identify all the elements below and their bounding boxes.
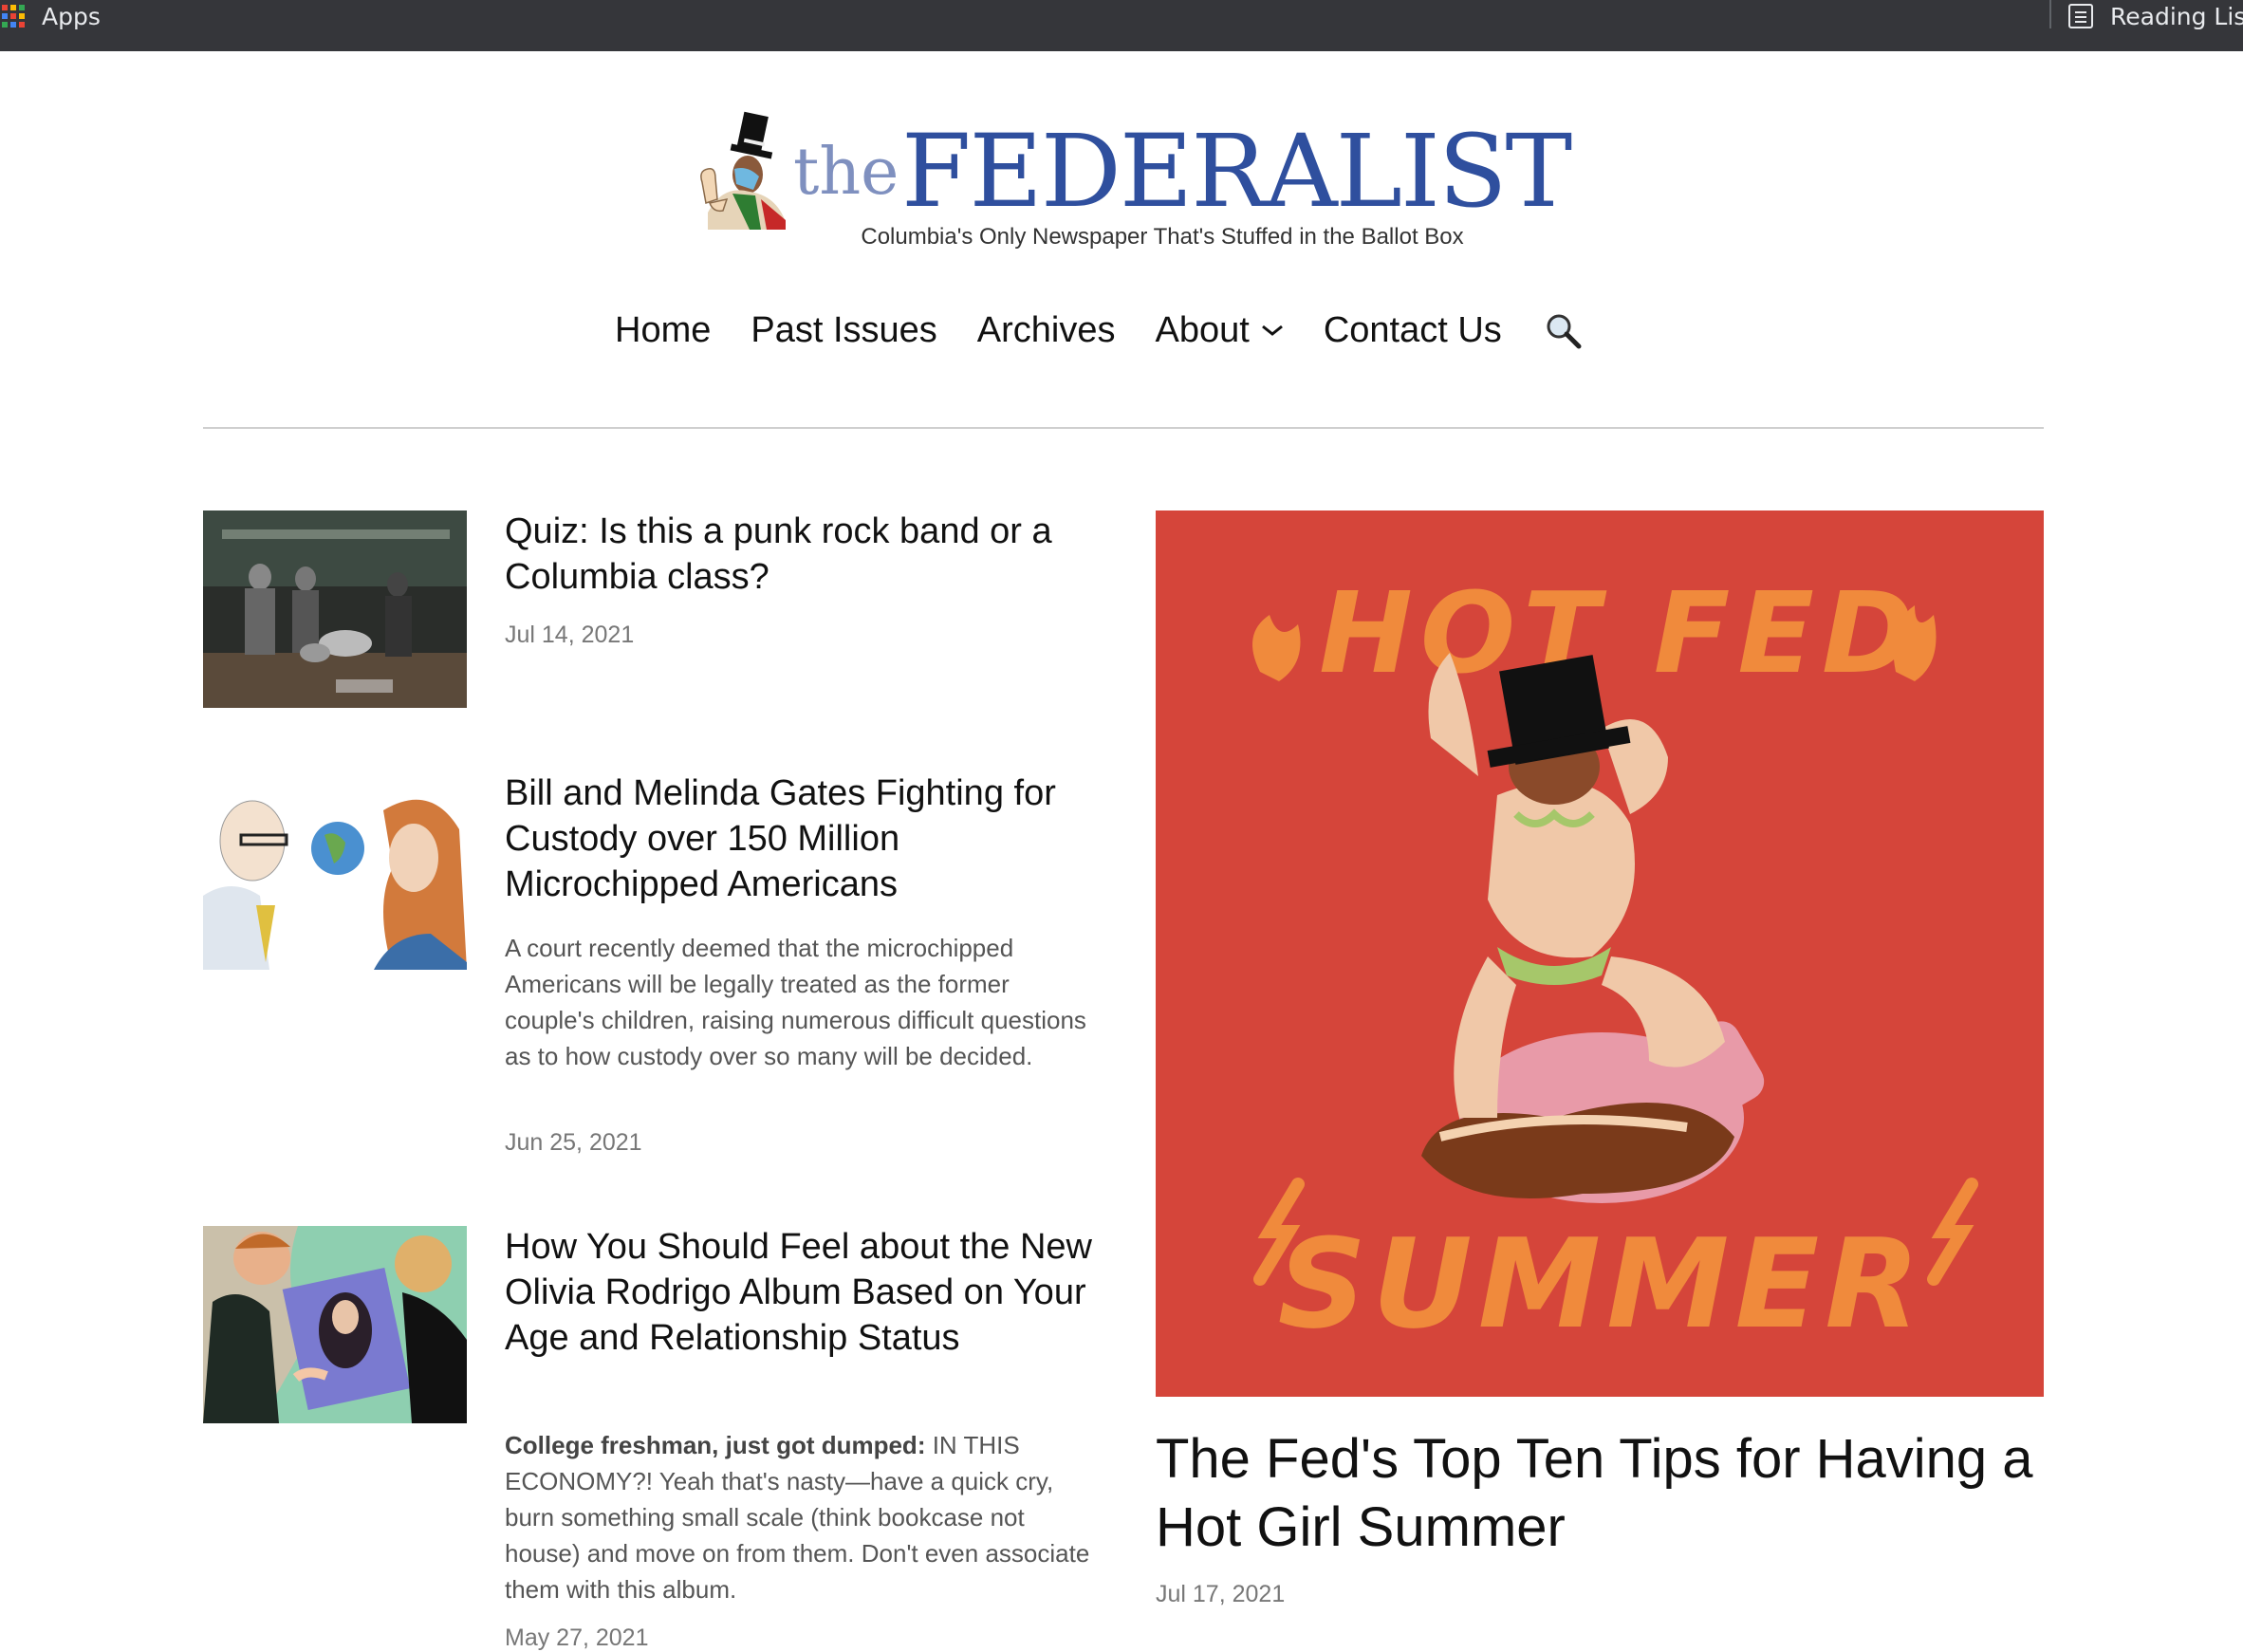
article-date: Jun 25, 2021 (505, 1129, 642, 1156)
bookmarks-bar: Apps Reading List (0, 0, 2243, 51)
olivia-rodrigo-illustration-image (203, 1226, 467, 1423)
article-excerpt: College freshman, just got dumped: IN TH… (505, 1427, 1103, 1607)
article-title[interactable]: Quiz: Is this a punk rock band or a Colu… (505, 509, 1103, 600)
featured-article-image[interactable]: HOT FED SUMMER (1156, 510, 2044, 1397)
logo-the-text[interactable]: the (793, 140, 899, 205)
article-title[interactable]: Bill and Melinda Gates Fighting for Cust… (505, 770, 1103, 907)
search-icon[interactable] (1544, 311, 1582, 349)
chevron-down-icon (1261, 325, 1283, 336)
reading-list-label: Reading List (2110, 2, 2243, 30)
reading-list-icon (2068, 4, 2093, 28)
hot-fed-summer-illustration: HOT FED SUMMER (1156, 510, 2044, 1397)
federalist-mascot-icon[interactable] (695, 108, 795, 230)
nav-past-issues[interactable]: Past Issues (751, 310, 936, 351)
gates-illustration-image (203, 772, 467, 970)
article-thumbnail-gates[interactable] (203, 772, 467, 970)
article-title[interactable]: How You Should Feel about the New Olivia… (505, 1224, 1103, 1361)
header-divider (203, 427, 2044, 429)
image-text-top: HOT FED (1319, 567, 1922, 698)
logo-federalist-text[interactable]: FEDERALIST (901, 121, 1572, 222)
featured-article-date: Jul 17, 2021 (1156, 1581, 1286, 1607)
main-nav: Home Past Issues Archives About Contact … (615, 302, 1582, 359)
article-thumbnail-punk-band[interactable] (203, 510, 467, 708)
nav-about-label: About (1155, 309, 1250, 350)
article-excerpt: A court recently deemed that the microch… (505, 934, 1086, 1070)
article-excerpt-lead: College freshman, just got dumped: (505, 1431, 926, 1459)
bookmarks-divider (2049, 0, 2051, 28)
band-photo-image (203, 510, 467, 708)
nav-about[interactable]: About (1156, 310, 1284, 351)
apps-grid-icon (2, 5, 25, 28)
apps-label: Apps (42, 2, 101, 30)
featured-article-title[interactable]: The Fed's Top Ten Tips for Having a Hot … (1156, 1425, 2048, 1562)
article-thumbnail-olivia-rodrigo[interactable] (203, 1226, 467, 1423)
site-tagline: Columbia's Only Newspaper That's Stuffed… (861, 224, 1464, 250)
nav-contact-us[interactable]: Contact Us (1324, 310, 1502, 351)
image-text-bottom: SUMMER (1278, 1212, 1926, 1356)
apps-bookmark[interactable]: Apps (0, 0, 101, 32)
article-date: May 27, 2021 (505, 1624, 649, 1651)
article-date: Jul 14, 2021 (505, 622, 635, 648)
nav-home[interactable]: Home (615, 310, 711, 351)
reading-list-button[interactable]: Reading List (2068, 0, 2243, 32)
nav-archives[interactable]: Archives (977, 310, 1116, 351)
